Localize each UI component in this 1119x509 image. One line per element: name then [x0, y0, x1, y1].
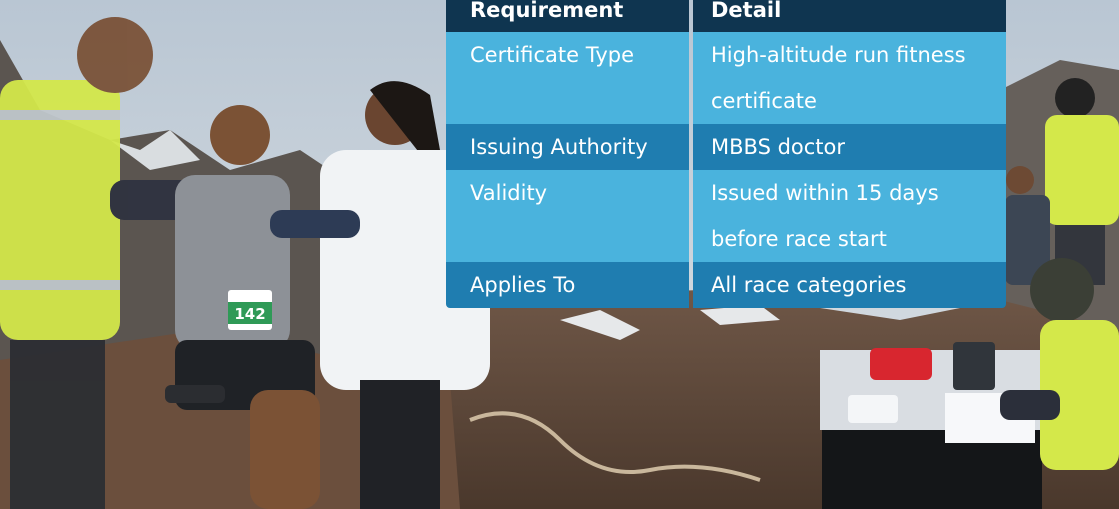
requirements-table: Requirement Detail Certificate Type High…: [446, 0, 1006, 308]
cell-requirement-1: Certificate Type: [446, 32, 689, 78]
cell-detail-5: before race start: [693, 216, 1006, 262]
cell-requirement-2: [446, 78, 689, 124]
cell-detail-4: Issued within 15 days: [693, 170, 1006, 216]
cell-requirement-3: Issuing Authority: [446, 124, 689, 170]
cell-detail-3: MBBS doctor: [693, 124, 1006, 170]
cell-requirement-5: [446, 216, 689, 262]
cell-requirement-6: Applies To: [446, 262, 689, 308]
header-requirement: Requirement: [446, 0, 689, 32]
runner-bib-number: 142: [234, 305, 265, 323]
cell-requirement-4: Validity: [446, 170, 689, 216]
cell-detail-1: High-altitude run fitness: [693, 32, 1006, 78]
cell-detail-6: All race categories: [693, 262, 1006, 308]
cell-detail-2: certificate: [693, 78, 1006, 124]
header-detail: Detail: [693, 0, 1006, 32]
